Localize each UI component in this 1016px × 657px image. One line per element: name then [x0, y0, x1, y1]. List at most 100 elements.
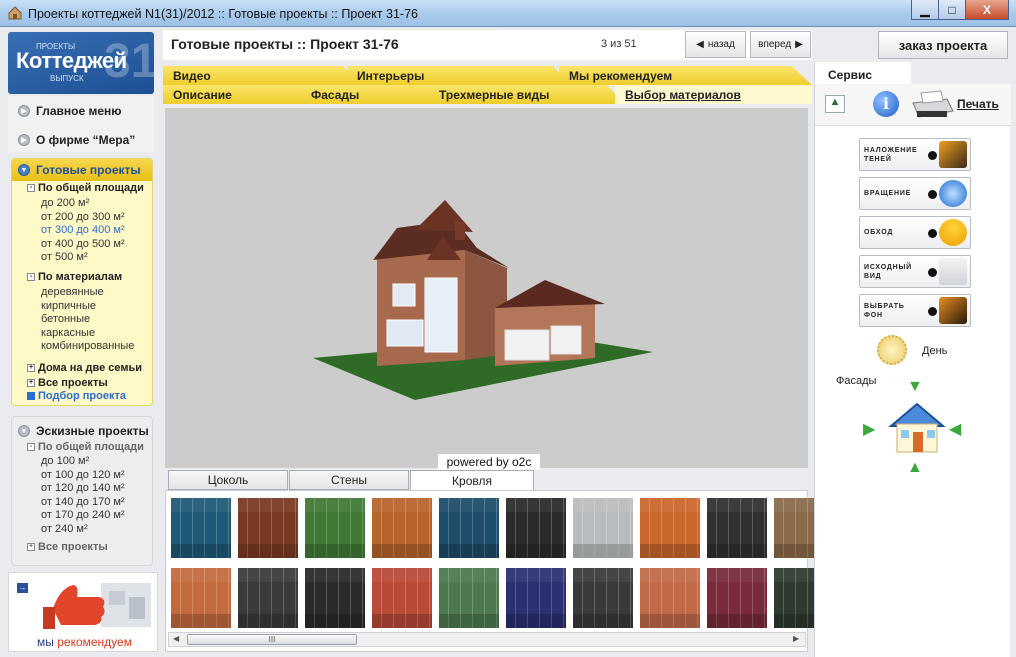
maximize-button[interactable]: □	[938, 0, 966, 20]
tab-video[interactable]: Видео	[163, 66, 359, 85]
arrow-right-icon[interactable]: ▶	[863, 419, 875, 439]
material-swatch[interactable]	[439, 568, 499, 628]
expand-icon	[27, 392, 35, 401]
printer-icon[interactable]	[907, 89, 955, 121]
nav-main-menu-label: Главное меню	[36, 104, 122, 118]
reset-view-button[interactable]: ИСХОДНЫЙ ВИД	[859, 255, 971, 288]
material-item[interactable]: кирпичные	[41, 300, 134, 314]
toggle-dot-icon	[928, 190, 937, 199]
scroll-right-icon[interactable]: ▶	[793, 634, 799, 643]
ready-by-material[interactable]: - По материалам	[27, 271, 122, 285]
tab-3d-views[interactable]: Трехмерные виды	[429, 85, 623, 104]
recommend-banner[interactable]: → мы рекомендуем	[8, 572, 158, 652]
area-item[interactable]: от 170 до 240 м²	[41, 509, 125, 523]
forward-button[interactable]: вперед ▶	[750, 31, 811, 58]
rotate-button[interactable]: ВРАЩЕНИЕ	[859, 177, 971, 210]
select-background-button[interactable]: ВЫБРАТЬ ФОН	[859, 294, 971, 327]
area-item[interactable]: от 400 до 500 м²	[41, 238, 125, 252]
area-item[interactable]: до 100 м²	[41, 455, 125, 469]
area-item[interactable]: от 120 до 140 м²	[41, 482, 125, 496]
service-panel: Сервис ▲ i Печать НАЛОЖЕНИЕ ТЕНЕЙ ВРАЩЕНИ…	[814, 62, 1011, 657]
tab-material-selection[interactable]: Выбор материалов	[615, 85, 812, 104]
nav-ready-projects[interactable]: ▼ Готовые проекты	[18, 163, 141, 177]
tab-row-top: Видео Интерьеры Мы рекомендуем	[163, 66, 812, 85]
material-swatch[interactable]	[238, 498, 298, 558]
shadows-button[interactable]: НАЛОЖЕНИЕ ТЕНЕЙ	[859, 138, 971, 171]
material-item[interactable]: бетонные	[41, 313, 134, 327]
material-swatch[interactable]	[573, 568, 633, 628]
area-item[interactable]: от 500 м²	[41, 251, 125, 265]
area-item[interactable]: от 240 м²	[41, 523, 125, 537]
material-swatch[interactable]	[372, 568, 432, 628]
all-projects[interactable]: + Все проекты	[27, 377, 108, 391]
thumbs-up-icon	[43, 583, 151, 629]
walkaround-button[interactable]: ОБХОД	[859, 216, 971, 249]
material-swatch[interactable]	[506, 498, 566, 558]
material-swatch[interactable]	[171, 498, 231, 558]
back-button[interactable]: ◀ назад	[685, 31, 746, 58]
compass-icon[interactable]: ▲	[825, 95, 845, 113]
window-titlebar: Проекты коттеджей N1(31)/2012 :: Готовые…	[0, 0, 1016, 27]
two-family-homes[interactable]: + Дома на две семьи	[27, 362, 142, 376]
tab-recommend[interactable]: Мы рекомендуем	[559, 66, 812, 85]
logo[interactable]: 31 ПРОЕКТЫ Коттеджей ВЫПУСК	[8, 32, 154, 94]
expand-icon: +	[27, 379, 35, 388]
material-swatch[interactable]	[640, 568, 700, 628]
tab-roof[interactable]: Кровля	[410, 470, 534, 491]
area-item-selected[interactable]: от 300 до 400 м²	[41, 224, 125, 238]
material-item[interactable]: деревянные	[41, 286, 134, 300]
material-swatch[interactable]	[305, 498, 365, 558]
material-swatch[interactable]	[506, 568, 566, 628]
material-item[interactable]: комбинированные	[41, 340, 134, 354]
tab-description[interactable]: Описание	[163, 85, 313, 104]
house-facade-icon[interactable]	[887, 398, 947, 456]
3d-viewer[interactable]	[165, 108, 808, 468]
tab-walls[interactable]: Стены	[289, 470, 409, 490]
toggle-dot-icon	[928, 268, 937, 277]
arrow-right-icon: ▶	[18, 105, 30, 117]
ready-projects-title: Готовые проекты	[36, 163, 141, 177]
material-swatch[interactable]	[640, 498, 700, 558]
tab-service[interactable]: Сервис	[815, 62, 911, 84]
tab-interiors[interactable]: Интерьеры	[347, 66, 571, 85]
sketch-area-list: до 100 м² от 100 до 120 м² от 120 до 140…	[41, 455, 125, 536]
material-item[interactable]: каркасные	[41, 327, 134, 341]
material-swatch[interactable]	[707, 498, 767, 558]
material-swatch[interactable]	[372, 498, 432, 558]
sketch-by-area[interactable]: - По общей площади	[27, 441, 144, 455]
print-link[interactable]: Печать	[957, 97, 999, 111]
area-item[interactable]: от 140 до 170 м²	[41, 496, 125, 510]
area-item[interactable]: от 200 до 300 м²	[41, 211, 125, 225]
arrow-down-icon[interactable]: ▼	[907, 378, 923, 396]
area-item[interactable]: до 200 м²	[41, 197, 125, 211]
nav-about[interactable]: ▶ О фирме “Мера”	[18, 133, 135, 147]
info-icon[interactable]: i	[873, 91, 899, 117]
tab-plinth[interactable]: Цоколь	[168, 470, 288, 490]
material-swatch[interactable]	[707, 568, 767, 628]
arrow-right-icon: ▶	[795, 39, 803, 50]
material-swatch[interactable]	[238, 568, 298, 628]
material-swatch[interactable]	[171, 568, 231, 628]
house-3d-model[interactable]	[165, 108, 808, 468]
nav-sketch-projects[interactable]: ▼ Эскизные проекты	[18, 424, 149, 438]
arrow-left-icon[interactable]: ◀	[949, 419, 961, 439]
powered-by-label: powered by o2c	[438, 454, 540, 470]
order-project-button[interactable]: заказ проекта	[878, 31, 1008, 59]
horizontal-scrollbar[interactable]: ◀ III ▶	[168, 632, 806, 647]
select-project[interactable]: Подбор проекта	[27, 390, 126, 404]
scrollbar-thumb[interactable]: III	[187, 634, 357, 645]
sun-icon[interactable]	[877, 335, 907, 365]
scroll-left-icon[interactable]: ◀	[173, 634, 179, 643]
sketch-all-projects[interactable]: + Все проекты	[27, 541, 108, 555]
nav-main-menu[interactable]: ▶ Главное меню	[18, 104, 122, 118]
arrow-right-icon: ▶	[18, 134, 30, 146]
material-swatch[interactable]	[439, 498, 499, 558]
material-swatch[interactable]	[305, 568, 365, 628]
area-item[interactable]: от 100 до 120 м²	[41, 469, 125, 483]
ready-by-area[interactable]: - По общей площади	[27, 182, 144, 196]
material-swatch[interactable]	[573, 498, 633, 558]
tab-facades[interactable]: Фасады	[301, 85, 439, 104]
minimize-button[interactable]: ▁	[911, 0, 939, 20]
arrow-up-icon[interactable]: ▲	[907, 459, 923, 477]
close-button[interactable]: X	[965, 0, 1009, 20]
